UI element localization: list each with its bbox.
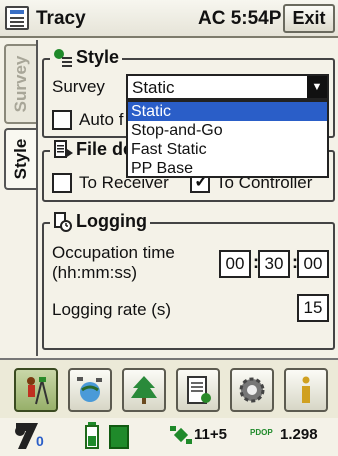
surveyor-tripod-icon <box>27 377 49 405</box>
dropdown-option-static[interactable]: Static <box>128 102 327 121</box>
bottom-toolbar <box>0 358 338 418</box>
battery-icon <box>85 422 129 449</box>
receiver-subscript: 0 <box>36 433 44 449</box>
occupation-time-format-label: (hh:mm:ss) <box>52 263 137 282</box>
survey-type-value: Static <box>132 78 175 97</box>
logging-icon <box>53 211 73 232</box>
satellite-icon <box>77 377 102 402</box>
info-button[interactable] <box>284 368 328 412</box>
style-group-title: Style <box>50 47 123 68</box>
satellite-button[interactable] <box>68 368 112 412</box>
clock: AC 5:54P <box>198 8 282 29</box>
info-icon <box>302 376 310 403</box>
file-group-label: File de <box>76 139 134 159</box>
tree-icon <box>131 376 157 404</box>
pdop-status[interactable]: PDOP 1.298 <box>250 424 336 448</box>
pdop-value: 1.298 <box>280 426 318 443</box>
survey-type-select[interactable]: Static ▼ <box>126 74 329 100</box>
app-title: Tracy <box>36 8 86 29</box>
dropdown-option-pp-base[interactable]: PP Base <box>128 159 327 178</box>
tab-survey-label: Survey <box>11 55 30 113</box>
logging-rate-field[interactable]: 15 <box>297 294 329 322</box>
survey-style-button[interactable] <box>14 368 58 412</box>
occupation-minutes-field[interactable]: 30 <box>258 250 290 278</box>
dropdown-option-fast-static[interactable]: Fast Static <box>128 140 327 159</box>
style-group-label: Style <box>76 47 120 67</box>
auto-label: Auto f <box>79 110 124 129</box>
satellites-status[interactable]: 11+5 <box>170 424 240 448</box>
settings-button[interactable] <box>230 368 274 412</box>
occupation-time-label: Occupation time <box>52 243 175 262</box>
tab-survey[interactable]: Survey <box>4 44 36 124</box>
status-bar: 0 11+5 PDOP 1.298 <box>0 418 338 453</box>
logging-group-title: Logging <box>50 211 150 232</box>
start-menu-icon[interactable] <box>5 6 29 30</box>
notes-button[interactable] <box>176 368 220 412</box>
logging-group: Logging <box>42 211 335 350</box>
chevron-down-icon[interactable]: ▼ <box>307 76 327 98</box>
survey-label: Survey <box>52 77 105 96</box>
satellites-count: 11+5 <box>194 426 227 443</box>
occupation-seconds-field[interactable]: 00 <box>297 250 329 278</box>
notebook-icon <box>187 376 211 404</box>
receiver-status[interactable]: 0 <box>12 421 48 451</box>
exit-button[interactable]: Exit <box>283 4 335 33</box>
satellite-status-icon <box>170 426 192 444</box>
tab-style[interactable]: Style <box>4 128 36 190</box>
to-receiver-checkbox[interactable] <box>52 173 72 193</box>
file-group-title: File de <box>50 139 137 160</box>
title-bar: Tracy AC 5:54P Exit <box>0 0 338 38</box>
dropdown-option-stop-and-go[interactable]: Stop-and-Go <box>128 121 327 140</box>
occupation-hours-field[interactable]: 00 <box>219 250 251 278</box>
style-icon <box>53 48 73 68</box>
pdop-label: PDOP <box>250 428 273 437</box>
logging-group-label: Logging <box>76 211 147 231</box>
gear-icon <box>239 377 265 403</box>
tab-style-label: Style <box>11 138 30 180</box>
survey-type-dropdown-list[interactable]: Static Stop-and-Go Fast Static PP Base <box>126 100 329 178</box>
map-button[interactable] <box>122 368 166 412</box>
auto-checkbox[interactable] <box>52 110 72 130</box>
battery-status[interactable] <box>84 422 154 450</box>
logging-rate-label: Logging rate (s) <box>52 300 172 319</box>
file-icon <box>53 139 73 160</box>
